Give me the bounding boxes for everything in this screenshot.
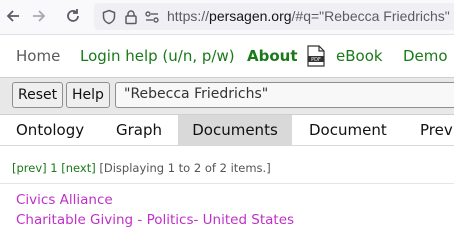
site-menu: Home Login help (u/n, p/w) About PDF eBo…	[0, 36, 454, 74]
pagination-status: [Displaying 1 to 2 of 2 items.]	[99, 161, 271, 175]
forward-arrow-icon[interactable]	[28, 5, 50, 27]
menu-login-help-link[interactable]: Login help (u/n, p/w)	[80, 47, 235, 65]
results-divider	[0, 183, 454, 184]
pdf-icon-label: PDF	[311, 57, 321, 63]
search-bar: Reset Help "Rebecca Friedrichs"	[0, 77, 454, 115]
prev-page-link[interactable]: [prev]	[12, 161, 47, 175]
reset-button[interactable]: Reset	[12, 82, 64, 108]
search-input[interactable]: "Rebecca Friedrichs"	[115, 82, 454, 108]
tab-ontology[interactable]: Ontology	[16, 115, 84, 145]
pdf-icon[interactable]: PDF	[307, 45, 325, 67]
lock-icon[interactable]	[122, 8, 140, 26]
tab-documents[interactable]: Documents	[178, 115, 292, 145]
shield-icon[interactable]	[100, 8, 118, 26]
result-link[interactable]: Civics Alliance	[16, 192, 113, 208]
result-link[interactable]: Charitable Giving - Politics- United Sta…	[16, 212, 294, 228]
back-arrow-icon[interactable]	[2, 5, 24, 27]
menu-demo-link[interactable]: Demo	[403, 47, 448, 65]
url-prefix: https://	[167, 8, 210, 24]
page-number-link[interactable]: 1	[50, 161, 57, 175]
next-page-link[interactable]: [next]	[61, 161, 95, 175]
menu-home-link[interactable]: Home	[16, 47, 60, 65]
reload-icon[interactable]	[62, 5, 84, 27]
tab-preview[interactable]: Previ	[420, 115, 454, 145]
url-host: persagen.org	[209, 8, 292, 24]
tab-graph[interactable]: Graph	[116, 115, 162, 145]
browser-toolbar: https://persagen.org/#q="Rebecca Friedri…	[0, 0, 454, 35]
menu-ebook-link[interactable]: eBook	[336, 47, 383, 65]
url-text[interactable]: https://persagen.org/#q="Rebecca Friedri…	[167, 8, 450, 24]
tab-document[interactable]: Document	[309, 115, 387, 145]
view-tabs: Ontology Graph Documents Document Previ	[0, 115, 454, 146]
address-bar[interactable]: https://persagen.org/#q="Rebecca Friedri…	[94, 3, 454, 30]
menu-about-link[interactable]: About	[247, 47, 298, 65]
url-path: /#q="Rebecca Friedrichs"	[291, 8, 450, 24]
pagination: [prev] 1 [next] [Displaying 1 to 2 of 2 …	[12, 161, 271, 175]
permissions-icon[interactable]	[143, 8, 161, 26]
help-button[interactable]: Help	[66, 82, 110, 108]
